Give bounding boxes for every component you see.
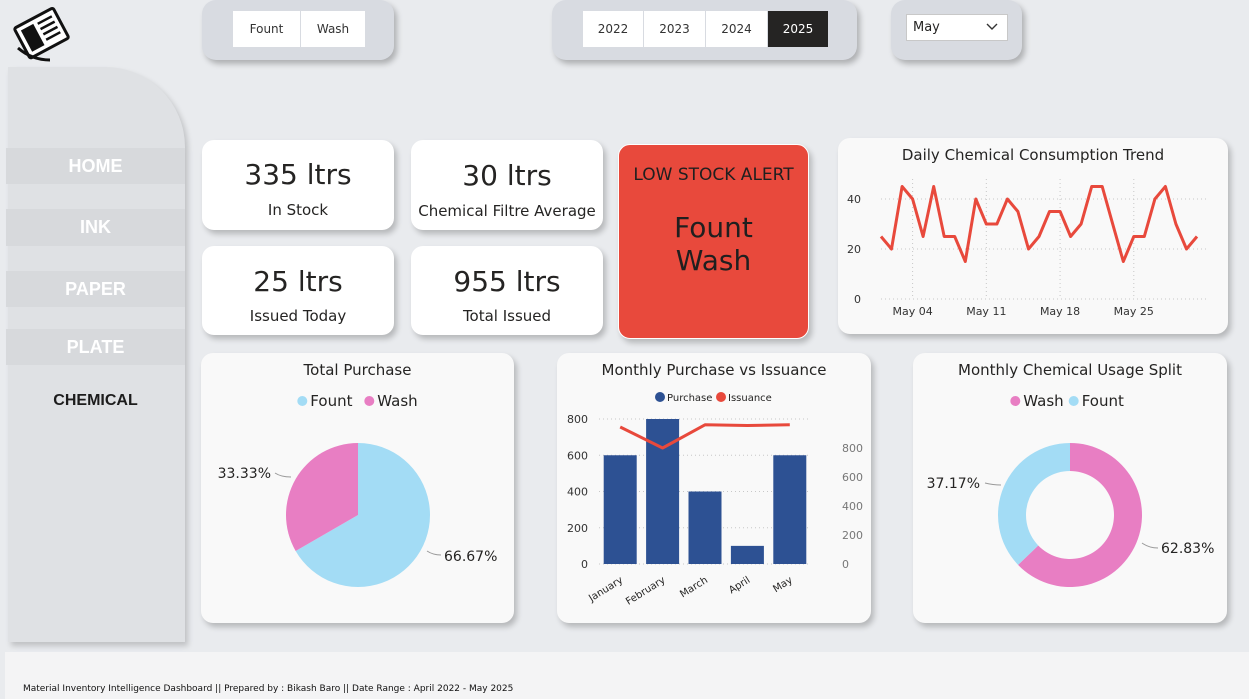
purchase-vs-issuance-chart: Monthly Purchase vs Issuance Purchase Iss… [557, 353, 871, 623]
nav-plate[interactable]: PLATE [6, 329, 185, 365]
consumption-series-line [879, 185, 1199, 263]
kpi-label: Issued Today [249, 307, 347, 325]
total-purchase-chart: Total Purchase Fount Wash 66.67% 33.33% [201, 353, 514, 623]
y-tick-label-left: 400 [567, 486, 588, 499]
daily-consumption-chart: Daily Chemical Consumption Trend 0 20 40 Ma… [838, 138, 1228, 334]
x-tick-label: May 25 [1114, 305, 1154, 318]
alert-item-fount: Fount [674, 211, 753, 244]
nav-paper[interactable]: PAPER [6, 271, 185, 307]
x-tick-label: April [727, 575, 752, 596]
kpi-label: Chemical Filtre Average [418, 202, 596, 220]
y-tick-label-right: 400 [842, 500, 863, 513]
purchase-issuance-plot: Purchase Issuance 0 200 400 600 800 0 200 400 600 8… [567, 392, 863, 608]
y-tick-label-left: 800 [567, 413, 588, 426]
footer-text: Material Inventory Intelligence Dashboar… [23, 684, 514, 694]
issuance-series-line [619, 423, 790, 450]
legend-marker [1010, 396, 1021, 406]
y-tick-label-left: 200 [567, 522, 588, 535]
daily-trend-plot: 0 20 40 May 04 May 11 May 18 May 25 [847, 179, 1207, 318]
legend-label: Wash [377, 392, 417, 410]
kpi-value: 25 ltrs [253, 265, 343, 298]
legend-marker [1068, 396, 1079, 406]
y-tick-label: 0 [854, 293, 861, 306]
usage-split-chart: Monthly Chemical Usage Split Wash Fount 62… [913, 353, 1227, 623]
slice-data-label: 37.17% [927, 476, 980, 492]
chevron-down-icon [986, 23, 998, 30]
legend-marker [364, 396, 375, 406]
y-tick-label-right: 800 [842, 442, 863, 455]
x-tick-label: March [678, 575, 710, 600]
material-slicer: Fount Wash [202, 0, 394, 60]
year-slicer: 2022 2023 2024 2025 [552, 0, 857, 60]
slice-data-label: 66.67% [444, 549, 497, 565]
y-tick-label: 40 [847, 193, 861, 206]
slice-data-label: 62.83% [1161, 541, 1214, 557]
kpi-value: 335 ltrs [244, 158, 352, 191]
year-2023-button[interactable]: 2023 [644, 11, 705, 47]
kpi-value: 955 ltrs [453, 265, 561, 298]
year-2022-button[interactable]: 2022 [583, 11, 643, 47]
x-tick-label: January [586, 575, 625, 605]
leader-line [426, 550, 442, 556]
kpi-in-stock: 335 ltrs In Stock [202, 140, 394, 230]
x-tick-label: February [624, 575, 667, 608]
filter-fount-button[interactable]: Fount [233, 11, 300, 47]
x-tick-label: May 04 [892, 305, 932, 318]
leader-line [1141, 542, 1159, 549]
alert-item-wash: Wash [675, 244, 752, 277]
legend-label: Purchase [667, 393, 712, 404]
nav-chemical[interactable]: CHEMICAL [6, 383, 185, 419]
purchase-bar [603, 455, 637, 564]
kpi-total-issued: 955 ltrs Total Issued [411, 246, 603, 335]
newspaper-logo-icon [13, 6, 70, 62]
kpi-value: 30 ltrs [462, 159, 552, 192]
filter-wash-button[interactable]: Wash [301, 11, 365, 47]
x-tick-label: May 11 [966, 305, 1006, 318]
legend-label: Fount [1082, 392, 1124, 410]
nav-home[interactable]: HOME [6, 148, 185, 184]
month-dropdown[interactable]: May [906, 14, 1008, 41]
x-tick-label: May 18 [1040, 305, 1080, 318]
nav-ink[interactable]: INK [6, 209, 185, 246]
leader-line [984, 482, 1002, 486]
y-tick-label-right: 600 [842, 471, 863, 484]
footer: Material Inventory Intelligence Dashboar… [5, 652, 1249, 699]
donut-slice-fount [998, 443, 1070, 565]
purchase-bar [773, 455, 807, 564]
y-tick-label-left: 600 [567, 449, 588, 462]
y-tick-label: 20 [847, 243, 861, 256]
kpi-filtre-average: 30 ltrs Chemical Filtre Average [411, 140, 603, 230]
month-slicer: May [891, 0, 1022, 60]
year-2025-button[interactable]: 2025 [768, 11, 828, 47]
y-tick-label-right: 0 [842, 558, 849, 571]
purchase-bar [730, 545, 764, 564]
kpi-issued-today: 25 ltrs Issued Today [202, 246, 394, 335]
legend-label: Wash [1023, 392, 1063, 410]
leader-line [274, 472, 292, 478]
x-tick-label: May [771, 575, 794, 595]
slice-data-label: 33.33% [218, 466, 271, 482]
y-tick-label-left: 0 [581, 558, 588, 571]
low-stock-alert-card: LOW STOCK ALERT Fount Wash [618, 144, 809, 339]
month-dropdown-value: May [913, 20, 940, 35]
total-purchase-pie: Fount Wash 66.67% 33.33% [218, 392, 497, 587]
legend-marker [655, 392, 665, 402]
legend-marker [716, 392, 726, 402]
year-2024-button[interactable]: 2024 [706, 11, 767, 47]
purchase-bar [688, 491, 722, 564]
alert-title: LOW STOCK ALERT [633, 165, 794, 185]
kpi-label: Total Issued [462, 307, 552, 325]
legend-label: Fount [310, 392, 352, 410]
kpi-label: In Stock [267, 201, 329, 219]
y-tick-label-right: 200 [842, 529, 863, 542]
usage-split-donut: Wash Fount 62.83% 37.17% [927, 392, 1214, 587]
legend-label: Issuance [728, 393, 772, 404]
legend-marker [297, 396, 308, 406]
